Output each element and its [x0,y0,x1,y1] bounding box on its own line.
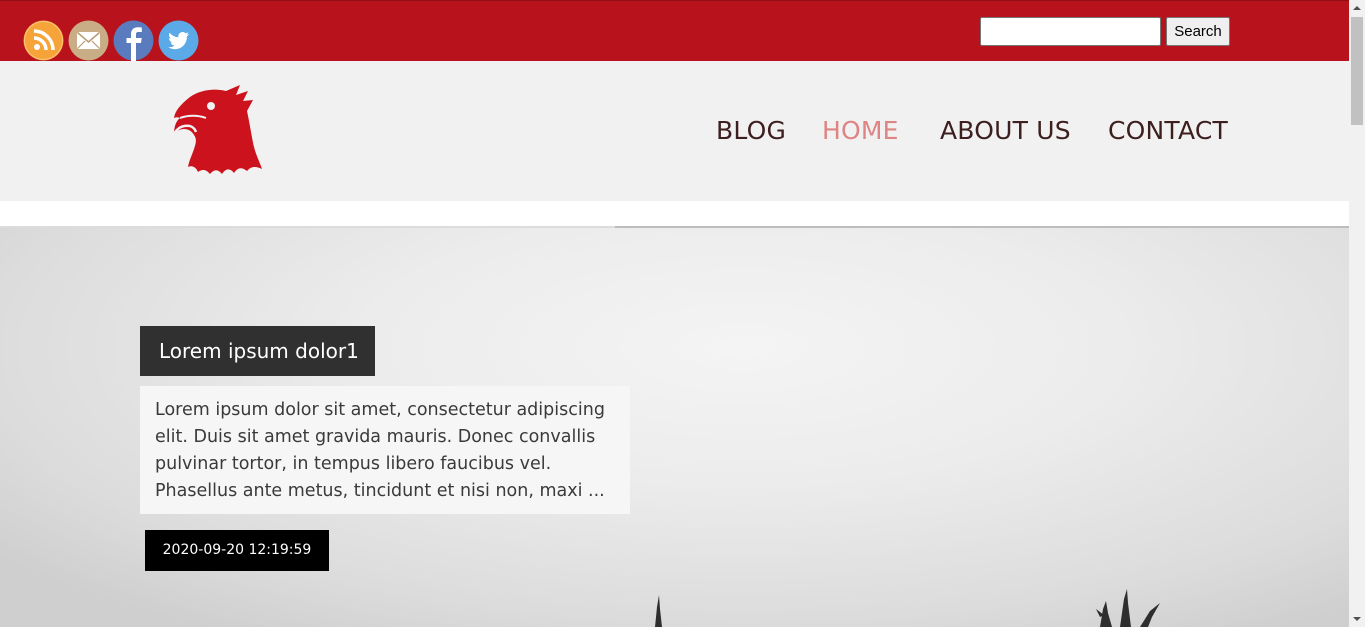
grass-silhouette [655,589,1160,627]
nav-item-home[interactable]: HOME [822,113,899,149]
search-input[interactable] [980,17,1161,46]
nav-item-about-us[interactable]: ABOUT US [940,113,1071,149]
facebook-icon[interactable] [113,20,154,61]
post-title[interactable]: Lorem ipsum dolor1 [140,326,375,376]
hero-slide: Lorem ipsum dolor1 Lorem ipsum dolor sit… [0,228,1349,627]
scroll-up-arrow-icon[interactable] [1349,0,1365,17]
scroll-down-arrow-icon[interactable] [1349,610,1365,627]
post-date: 2020-09-20 12:19:59 [145,530,329,571]
nav-item-blog[interactable]: BLOG [716,113,786,149]
rss-icon[interactable] [23,20,64,61]
post-excerpt: Lorem ipsum dolor sit amet, consectetur … [140,386,630,514]
nav-item-contact[interactable]: CONTACT [1108,113,1228,149]
top-bar: Search [0,0,1349,61]
header-spacer [0,201,1349,227]
scrollbar-thumb[interactable] [1351,17,1363,125]
mail-icon[interactable] [68,20,109,61]
page: Search BLOG HOME ABOUT US CONTACT Lorem … [0,0,1349,627]
eagle-head-icon[interactable] [170,85,266,177]
search-button[interactable]: Search [1166,17,1230,46]
twitter-icon[interactable] [158,20,199,61]
vertical-scrollbar[interactable] [1349,0,1365,627]
site-header: BLOG HOME ABOUT US CONTACT [0,61,1349,201]
